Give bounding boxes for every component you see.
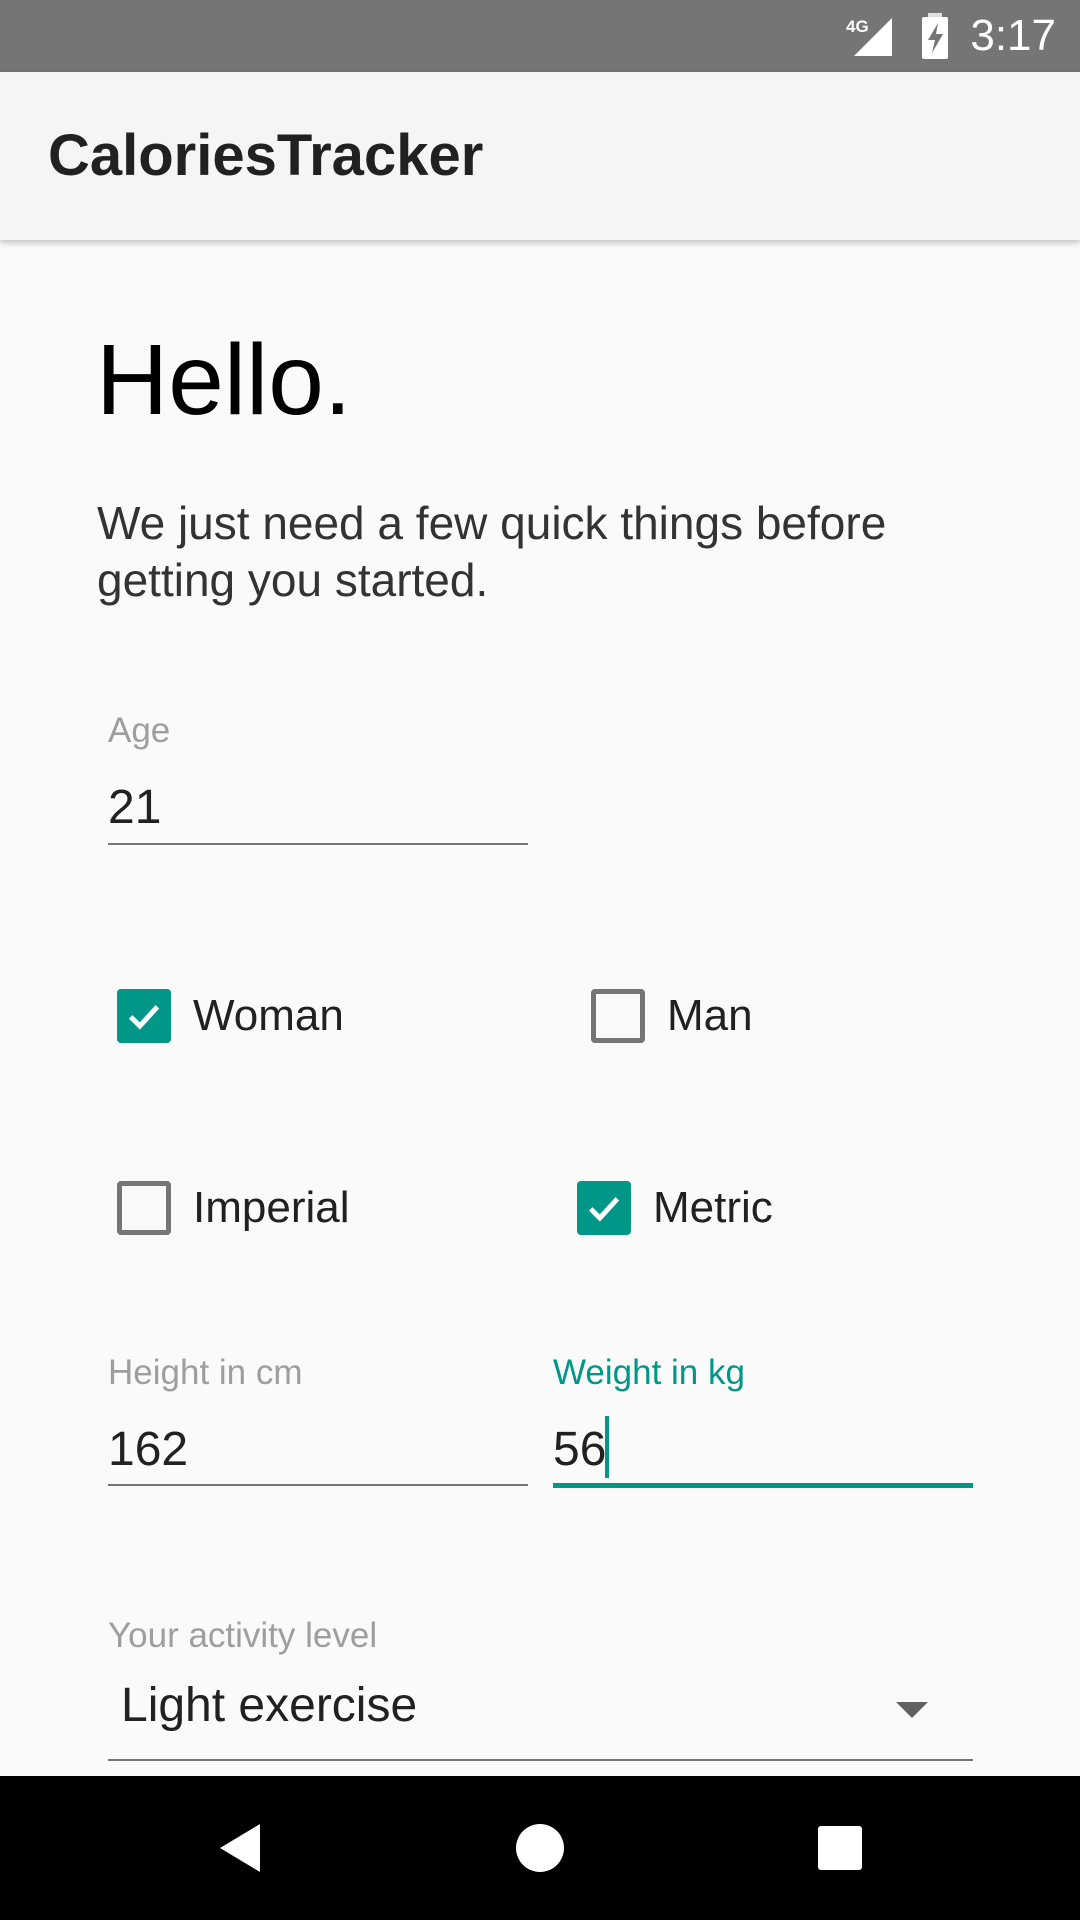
- checkbox-woman-label: Woman: [193, 991, 344, 1040]
- app-title: CaloriesTracker: [48, 123, 484, 188]
- status-time: 3:17: [970, 11, 1056, 60]
- age-input[interactable]: [108, 778, 528, 838]
- height-label: Height in cm: [108, 1353, 303, 1392]
- intro-text: We just need a few quick things before g…: [97, 497, 887, 606]
- home-icon: [516, 1824, 564, 1872]
- signal-4g-icon: 4G: [846, 17, 893, 56]
- checkbox-checked-icon[interactable]: [577, 1181, 631, 1235]
- checkbox-metric-label: Metric: [653, 1183, 773, 1232]
- back-button[interactable]: [160, 1776, 320, 1920]
- checkbox-man[interactable]: Man: [591, 984, 753, 1048]
- text-cursor: [605, 1416, 609, 1478]
- recents-icon: [818, 1826, 862, 1870]
- checkbox-imperial-label: Imperial: [193, 1183, 350, 1232]
- app-bar: CaloriesTracker: [0, 72, 1080, 240]
- onboarding-form: Hello. We just need a few quick things b…: [0, 240, 1080, 1776]
- recents-button[interactable]: [760, 1776, 920, 1920]
- activity-underline: [108, 1759, 973, 1761]
- weight-underline: [553, 1483, 973, 1488]
- svg-text:4G: 4G: [846, 17, 869, 36]
- activity-selected-value: Light exercise: [121, 1679, 418, 1732]
- height-input[interactable]: [108, 1420, 528, 1480]
- status-bar: 4G 3:17: [0, 0, 1080, 72]
- checkbox-metric[interactable]: Metric: [577, 1176, 773, 1240]
- height-underline: [108, 1484, 528, 1486]
- back-icon: [220, 1824, 260, 1872]
- age-underline: [108, 843, 528, 845]
- checkbox-woman[interactable]: Woman: [117, 984, 344, 1048]
- status-icons: 4G 3:17: [844, 0, 1056, 72]
- age-label: Age: [108, 711, 171, 750]
- activity-label: Your activity level: [108, 1616, 378, 1655]
- weight-label: Weight in kg: [553, 1353, 745, 1392]
- greeting-heading: Hello.: [96, 324, 352, 436]
- checkbox-man-label: Man: [667, 991, 753, 1040]
- navigation-bar: [0, 1776, 1080, 1920]
- dropdown-arrow-icon: [896, 1702, 928, 1718]
- activity-dropdown[interactable]: Light exercise: [108, 1672, 973, 1772]
- check-icon: [128, 1005, 160, 1030]
- checkbox-unchecked-icon[interactable]: [591, 989, 645, 1043]
- weight-input[interactable]: [553, 1420, 973, 1480]
- checkbox-imperial[interactable]: Imperial: [117, 1176, 350, 1240]
- battery-charging-icon: [922, 13, 949, 59]
- check-icon: [588, 1197, 620, 1222]
- home-button[interactable]: [460, 1776, 620, 1920]
- checkbox-unchecked-icon[interactable]: [117, 1181, 171, 1235]
- checkbox-checked-icon[interactable]: [117, 989, 171, 1043]
